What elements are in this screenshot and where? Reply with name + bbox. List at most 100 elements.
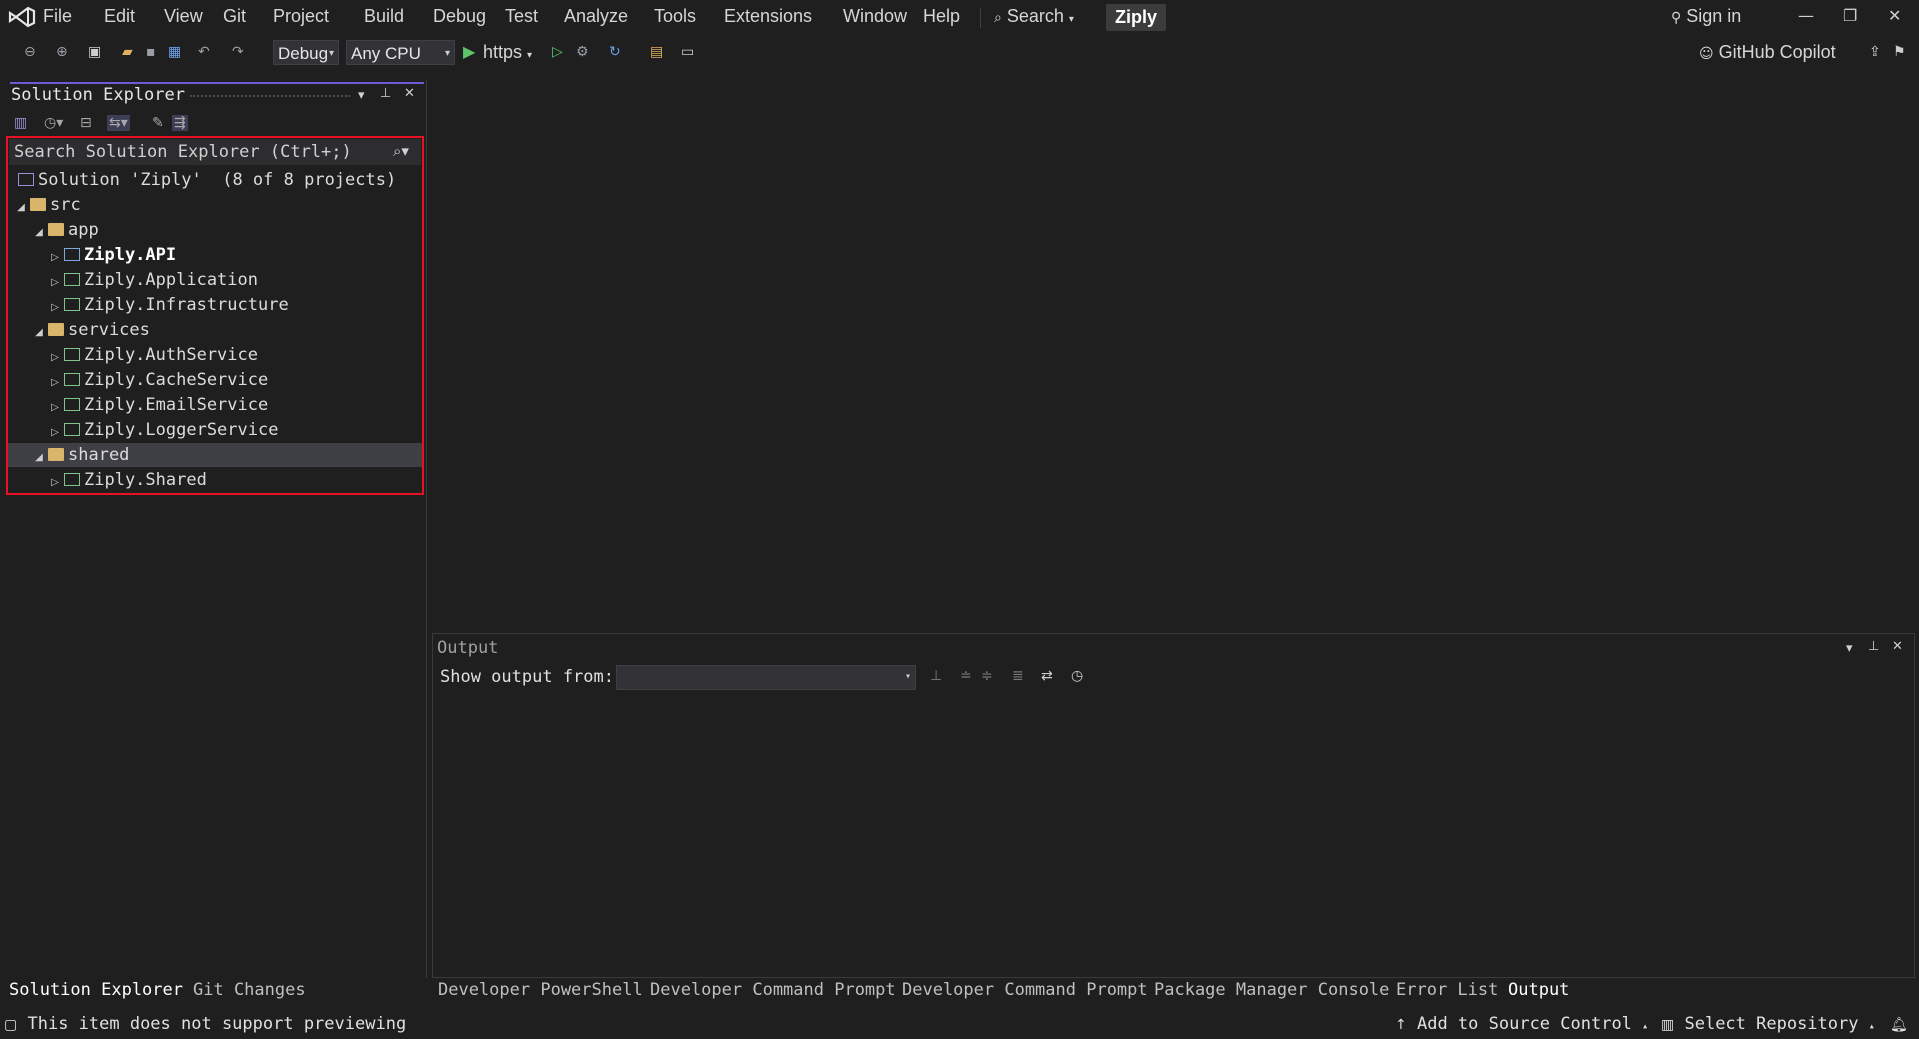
- timestamp-icon[interactable]: ◷: [1071, 668, 1083, 684]
- collapse-all-icon[interactable]: ⊟: [80, 115, 92, 131]
- start-debugging-icon[interactable]: ▶: [463, 44, 479, 60]
- redo-icon[interactable]: ↷: [232, 44, 248, 60]
- solution-name-badge: Ziply: [1106, 4, 1167, 31]
- sign-in-label: Sign in: [1686, 6, 1742, 26]
- chevron-down-icon: ▾: [328, 48, 334, 59]
- chevron-up-icon: ▴: [1868, 1021, 1875, 1032]
- highlight-annotation-box: [6, 136, 424, 495]
- run-profile-label: https: [483, 42, 523, 62]
- chevron-up-icon: ▴: [1642, 1021, 1649, 1032]
- clear-all-icon[interactable]: ≣: [1012, 668, 1024, 684]
- tab-output[interactable]: Output: [1505, 980, 1573, 1000]
- browse-icon[interactable]: ▤: [650, 44, 666, 60]
- restore-icon[interactable]: ❐: [1843, 6, 1857, 25]
- tab-solution-explorer[interactable]: Solution Explorer: [9, 980, 183, 1000]
- tab-git-changes[interactable]: Git Changes: [193, 980, 306, 1000]
- menu-view[interactable]: View: [164, 6, 203, 27]
- active-panel-indicator: [10, 82, 424, 84]
- github-copilot-button[interactable]: ☺ GitHub Copilot: [1699, 42, 1836, 63]
- previous-message-icon[interactable]: ≐: [960, 668, 972, 684]
- select-repository-button[interactable]: ▥ Select Repository ▴: [1661, 1014, 1875, 1034]
- menu-debug[interactable]: Debug: [433, 6, 486, 27]
- pin-icon[interactable]: ⊥: [380, 86, 391, 101]
- solution-explorer-title: Solution Explorer: [11, 85, 185, 105]
- run-profile-button[interactable]: https ▾: [483, 42, 532, 63]
- menu-build[interactable]: Build: [364, 6, 404, 27]
- close-window-icon[interactable]: ✕: [1888, 6, 1901, 25]
- undo-icon[interactable]: ↶: [198, 44, 214, 60]
- repository-icon: ▥: [1661, 1017, 1675, 1033]
- close-icon[interactable]: ✕: [404, 86, 415, 101]
- output-title: Output: [437, 638, 499, 658]
- sync-with-document-icon[interactable]: ⇆▾: [107, 115, 130, 131]
- comment-icon: ▢: [4, 1017, 18, 1033]
- properties-icon[interactable]: ✎: [152, 115, 164, 131]
- menu-window[interactable]: Window: [843, 6, 907, 27]
- share-icon[interactable]: ⇪: [1869, 44, 1885, 60]
- open-folder-icon[interactable]: ▰: [122, 44, 138, 60]
- sign-in-button[interactable]: ⚲ Sign in: [1671, 6, 1741, 27]
- attach-icon[interactable]: ⚙: [576, 44, 592, 60]
- output-source-dropdown[interactable]: ▾: [616, 665, 916, 690]
- back-icon[interactable]: ⊖: [24, 44, 40, 60]
- menu-tools[interactable]: Tools: [654, 6, 696, 27]
- menu-divider: [980, 8, 981, 28]
- word-wrap-icon[interactable]: ⇄: [1041, 668, 1053, 684]
- tab-package-manager-console[interactable]: Package Manager Console: [1154, 980, 1389, 1000]
- status-message-text: This item does not support previewing: [27, 1014, 407, 1034]
- toolbar-overflow-icon[interactable]: ▭: [681, 44, 697, 60]
- tab-error-list[interactable]: Error List: [1396, 980, 1498, 1000]
- menu-file[interactable]: File: [43, 6, 72, 27]
- copilot-label: GitHub Copilot: [1718, 42, 1836, 62]
- switch-views-icon[interactable]: ▥: [14, 115, 27, 131]
- chevron-down-icon: ▾: [527, 50, 533, 61]
- add-to-source-control-button[interactable]: ↑ Add to Source Control ▴: [1395, 1014, 1648, 1034]
- menu-edit[interactable]: Edit: [104, 6, 135, 27]
- copilot-icon: ☺: [1699, 46, 1714, 62]
- select-repository-label: Select Repository: [1684, 1014, 1859, 1034]
- configuration-dropdown[interactable]: Debug ▾: [273, 40, 339, 65]
- menu-project[interactable]: Project: [273, 6, 329, 27]
- chevron-down-icon: ▾: [444, 48, 450, 59]
- visual-studio-logo-icon: [8, 6, 36, 28]
- platform-value: Any CPU: [351, 44, 421, 63]
- global-search-button[interactable]: ⌕ Search ▾: [994, 6, 1074, 27]
- forward-icon[interactable]: ⊕: [56, 44, 72, 60]
- menu-help[interactable]: Help: [923, 6, 960, 27]
- notifications-bell-icon[interactable]: 🔔︎: [1890, 1014, 1908, 1034]
- global-search-label: Search: [1006, 6, 1064, 26]
- person-icon: ⚲: [1671, 10, 1682, 26]
- tab-developer-command-prompt[interactable]: Developer Command Prompt: [650, 980, 896, 1000]
- platform-dropdown[interactable]: Any CPU ▾: [346, 40, 455, 65]
- search-icon: ⌕: [994, 10, 1002, 26]
- find-message-icon[interactable]: ⊥: [930, 668, 942, 684]
- panel-grip[interactable]: [190, 95, 350, 101]
- menu-extensions[interactable]: Extensions: [724, 6, 812, 27]
- chevron-down-icon: ▾: [1068, 14, 1074, 25]
- tab-developer-command-prompt-2[interactable]: Developer Command Prompt: [902, 980, 1148, 1000]
- status-message: ▢ This item does not support previewing: [4, 1014, 406, 1034]
- menu-analyze[interactable]: Analyze: [564, 6, 628, 27]
- hot-reload-icon[interactable]: ↻: [609, 44, 625, 60]
- configuration-value: Debug: [278, 44, 329, 63]
- preview-selected-icon[interactable]: ⇶: [172, 115, 188, 131]
- menu-git[interactable]: Git: [223, 6, 246, 27]
- next-message-icon[interactable]: ≑: [981, 668, 993, 684]
- feedback-icon[interactable]: ⚑: [1893, 44, 1909, 60]
- add-to-source-control-label: Add to Source Control: [1416, 1014, 1632, 1034]
- minimize-icon[interactable]: —: [1798, 6, 1814, 25]
- start-without-debugging-icon[interactable]: ▷: [552, 44, 568, 60]
- tab-developer-powershell[interactable]: Developer PowerShell: [438, 980, 643, 1000]
- panel-menu-icon[interactable]: ▾: [1846, 641, 1853, 656]
- new-item-icon[interactable]: ▣: [88, 44, 104, 60]
- show-output-from-label: Show output from:: [440, 667, 614, 687]
- close-icon[interactable]: ✕: [1892, 639, 1903, 654]
- chevron-down-icon: ▾: [904, 671, 911, 682]
- menu-test[interactable]: Test: [505, 6, 538, 27]
- save-icon[interactable]: ▪: [146, 44, 162, 60]
- save-all-icon[interactable]: ▦: [168, 44, 184, 60]
- pending-changes-filter-icon[interactable]: ◷▾: [44, 115, 63, 131]
- pin-icon[interactable]: ⊥: [1868, 639, 1879, 654]
- panel-menu-icon[interactable]: ▾: [358, 88, 365, 103]
- arrow-up-icon: ↑: [1395, 1017, 1407, 1033]
